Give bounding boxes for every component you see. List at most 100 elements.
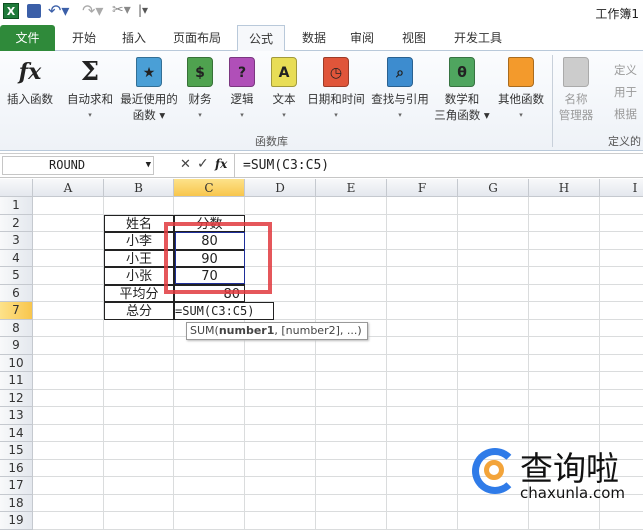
column-header-G[interactable]: G bbox=[458, 179, 529, 197]
cell-A19[interactable] bbox=[33, 512, 104, 530]
cell-F3[interactable] bbox=[387, 232, 458, 250]
cell-F1[interactable] bbox=[387, 197, 458, 215]
cell-B7[interactable]: 总分 bbox=[104, 302, 174, 320]
cell-B1[interactable] bbox=[104, 197, 174, 215]
cell-B16[interactable] bbox=[104, 459, 174, 477]
cell-G7[interactable] bbox=[458, 302, 529, 320]
row-header-6[interactable]: 6 bbox=[0, 284, 33, 302]
cell-G1[interactable] bbox=[458, 197, 529, 215]
cell-F8[interactable] bbox=[387, 319, 458, 337]
chevron-down-icon[interactable]: ▼ bbox=[146, 157, 151, 174]
row-header-5[interactable]: 5 bbox=[0, 267, 33, 285]
select-all-corner[interactable] bbox=[0, 179, 33, 197]
cell-E3[interactable] bbox=[316, 232, 387, 250]
formula-input[interactable]: =SUM(C3:C5) bbox=[234, 154, 643, 177]
tools-icon[interactable]: ✂▾ bbox=[112, 2, 131, 18]
cell-I1[interactable] bbox=[600, 197, 643, 215]
cell-E13[interactable] bbox=[316, 407, 387, 425]
cell-E4[interactable] bbox=[316, 249, 387, 267]
cell-D13[interactable] bbox=[245, 407, 316, 425]
cell-C15[interactable] bbox=[174, 442, 245, 460]
cell-H11[interactable] bbox=[529, 372, 600, 390]
column-header-C[interactable]: C bbox=[174, 179, 245, 197]
cell-H13[interactable] bbox=[529, 407, 600, 425]
cell-B10[interactable] bbox=[104, 354, 174, 372]
cell-H6[interactable] bbox=[529, 284, 600, 302]
cell-A13[interactable] bbox=[33, 407, 104, 425]
lookup-reference-button[interactable]: ⌕ 查找与引用 ▾ bbox=[368, 57, 432, 123]
cell-E19[interactable] bbox=[316, 512, 387, 530]
name-manager-button[interactable]: 名称 管理器 bbox=[558, 57, 594, 123]
column-header-E[interactable]: E bbox=[316, 179, 387, 197]
cell-E18[interactable] bbox=[316, 494, 387, 512]
tab-formulas[interactable]: 公式 bbox=[237, 25, 285, 52]
cell-C17[interactable] bbox=[174, 477, 245, 495]
cell-G13[interactable] bbox=[458, 407, 529, 425]
cell-G5[interactable] bbox=[458, 267, 529, 285]
row-header-1[interactable]: 1 bbox=[0, 197, 33, 215]
tab-home[interactable]: 开始 bbox=[62, 25, 106, 51]
cell-I2[interactable] bbox=[600, 215, 643, 232]
cell-B8[interactable] bbox=[104, 319, 174, 337]
cell-G2[interactable] bbox=[458, 214, 529, 232]
use-in-formula-button[interactable]: 用于 bbox=[598, 81, 637, 103]
cell-A2[interactable] bbox=[33, 214, 104, 232]
enter-icon[interactable]: ✓ bbox=[197, 156, 209, 172]
cell-C13[interactable] bbox=[174, 407, 245, 425]
undo-icon[interactable]: ↶▾ bbox=[48, 1, 69, 20]
cell-F4[interactable] bbox=[387, 249, 458, 267]
cell-I19[interactable] bbox=[600, 512, 643, 530]
cell-H9[interactable] bbox=[529, 337, 600, 355]
cell-E17[interactable] bbox=[316, 477, 387, 495]
tooltip-args-rest[interactable]: , [number2], ...) bbox=[274, 324, 361, 337]
row-header-3[interactable]: 3 bbox=[0, 232, 33, 250]
create-from-selection-button[interactable]: 根据 bbox=[598, 103, 637, 125]
row-header-12[interactable]: 12 bbox=[0, 389, 33, 407]
tab-developer[interactable]: 开发工具 bbox=[444, 25, 512, 51]
tab-insert[interactable]: 插入 bbox=[112, 25, 156, 51]
cell-B11[interactable] bbox=[104, 372, 174, 390]
cell-A10[interactable] bbox=[33, 354, 104, 372]
define-name-button[interactable]: 定义 bbox=[598, 59, 637, 81]
cell-D14[interactable] bbox=[245, 424, 316, 442]
cell-D10[interactable] bbox=[245, 354, 316, 372]
cell-F17[interactable] bbox=[387, 477, 458, 495]
cell-B17[interactable] bbox=[104, 477, 174, 495]
cell-A7[interactable] bbox=[33, 302, 104, 320]
cell-A17[interactable] bbox=[33, 477, 104, 495]
cell-F18[interactable] bbox=[387, 494, 458, 512]
column-header-H[interactable]: H bbox=[529, 179, 600, 197]
cell-H5[interactable] bbox=[529, 267, 600, 285]
cell-A11[interactable] bbox=[33, 372, 104, 390]
cell-E7[interactable] bbox=[316, 302, 387, 320]
cell-A15[interactable] bbox=[33, 442, 104, 460]
recently-used-button[interactable]: ★ 最近使用的 函数 ▾ bbox=[118, 57, 180, 123]
cell-G10[interactable] bbox=[458, 354, 529, 372]
cell-H19[interactable] bbox=[529, 512, 600, 530]
redo-icon[interactable]: ↷▾ bbox=[82, 1, 103, 20]
cell-H3[interactable] bbox=[529, 232, 600, 250]
cell-I8[interactable] bbox=[600, 320, 643, 337]
cell-H10[interactable] bbox=[529, 354, 600, 372]
cell-I5[interactable] bbox=[600, 267, 643, 285]
cell-E6[interactable] bbox=[316, 284, 387, 302]
cell-I10[interactable] bbox=[600, 355, 643, 372]
cell-A12[interactable] bbox=[33, 389, 104, 407]
cell-H12[interactable] bbox=[529, 389, 600, 407]
cell-E2[interactable] bbox=[316, 214, 387, 232]
cell-D11[interactable] bbox=[245, 372, 316, 390]
cell-D17[interactable] bbox=[245, 477, 316, 495]
autosum-button[interactable]: Σ 自动求和 ▾ bbox=[62, 57, 118, 123]
cell-G19[interactable] bbox=[458, 512, 529, 530]
tab-review[interactable]: 审阅 bbox=[340, 25, 384, 51]
cell-A5[interactable] bbox=[33, 267, 104, 285]
cell-F2[interactable] bbox=[387, 214, 458, 232]
cell-D12[interactable] bbox=[245, 389, 316, 407]
cell-G12[interactable] bbox=[458, 389, 529, 407]
cell-E5[interactable] bbox=[316, 267, 387, 285]
cell-A4[interactable] bbox=[33, 249, 104, 267]
customize-icon[interactable]: |▾ bbox=[138, 3, 148, 17]
cell-F7[interactable] bbox=[387, 302, 458, 320]
cell-E14[interactable] bbox=[316, 424, 387, 442]
cell-F12[interactable] bbox=[387, 389, 458, 407]
